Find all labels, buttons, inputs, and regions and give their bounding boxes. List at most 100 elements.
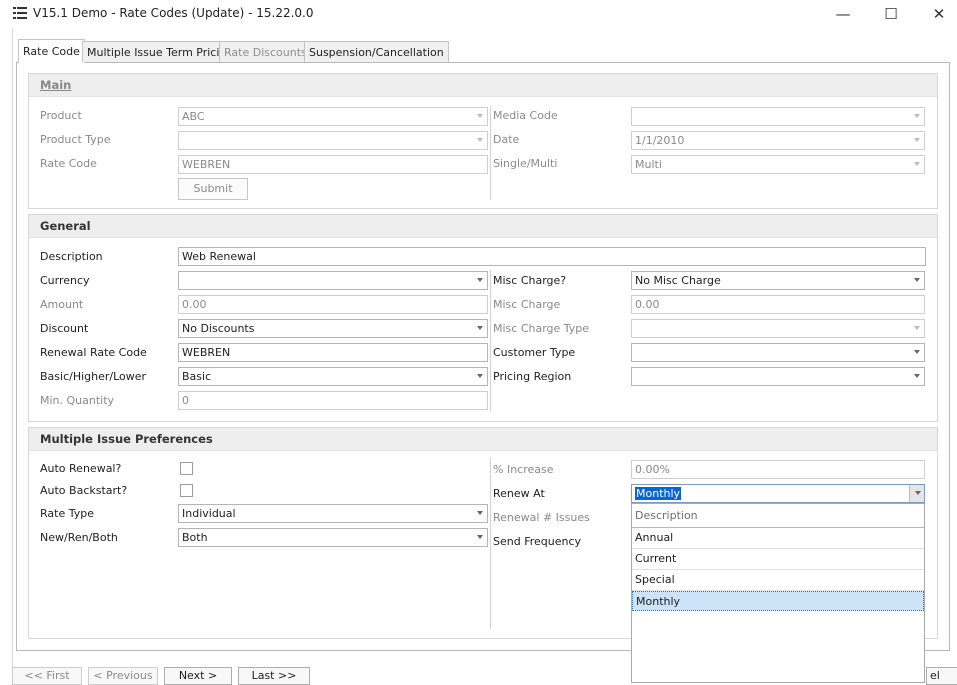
previous-button[interactable]: < Previous: [88, 667, 158, 685]
close-button[interactable]: ✕: [916, 0, 957, 28]
currency-select[interactable]: [178, 271, 488, 290]
single-multi-value: Multi: [635, 158, 662, 171]
rate-type-value: Individual: [182, 507, 236, 520]
chevron-down-icon: [477, 278, 483, 282]
single-multi-label: Single/Multi: [493, 157, 558, 170]
auto-backstart-checkbox[interactable]: [180, 484, 193, 497]
customer-type-select[interactable]: [631, 343, 925, 362]
basic-higher-lower-value: Basic: [182, 370, 212, 383]
chevron-down-icon: [914, 162, 920, 166]
single-multi-select[interactable]: Multi: [631, 155, 925, 174]
chevron-down-icon: [477, 114, 483, 118]
basic-higher-lower-label: Basic/Higher/Lower: [40, 370, 147, 383]
next-button[interactable]: Next >: [164, 667, 232, 685]
product-label: Product: [40, 109, 82, 122]
chevron-down-icon: [914, 278, 920, 282]
chevron-down-icon: [914, 374, 920, 378]
rate-type-label: Rate Type: [40, 507, 94, 520]
app-menu-icon[interactable]: [13, 6, 27, 20]
minimize-button[interactable]: —: [820, 0, 866, 28]
misc-charge-label: Misc Charge: [493, 298, 561, 311]
discount-value: No Discounts: [182, 322, 255, 335]
rate-code-value: WEBREN: [182, 158, 231, 171]
misc-charge-input[interactable]: 0.00: [631, 295, 925, 314]
description-value: Web Renewal: [182, 250, 256, 263]
chevron-down-icon: [477, 535, 483, 539]
rate-code-input[interactable]: WEBREN: [178, 155, 488, 174]
column-divider: [490, 270, 491, 412]
pricing-region-label: Pricing Region: [493, 370, 572, 383]
tab-rate-discounts[interactable]: Rate Discounts: [219, 41, 312, 62]
column-divider: [490, 457, 491, 629]
last-button[interactable]: Last >>: [238, 667, 310, 685]
media-code-label: Media Code: [493, 109, 558, 122]
misc-charge-value: 0.00: [635, 298, 660, 311]
amount-value: 0.00: [182, 298, 207, 311]
renewal-rate-code-value: WEBREN: [182, 346, 231, 359]
product-value: ABC: [182, 110, 205, 123]
misc-charge-type-label: Misc Charge Type: [493, 322, 590, 335]
product-type-label: Product Type: [40, 133, 111, 146]
auto-backstart-label: Auto Backstart?: [40, 484, 128, 497]
dropdown-option-monthly[interactable]: Monthly: [632, 591, 924, 611]
pct-increase-input[interactable]: 0.00%: [631, 460, 925, 479]
product-type-select[interactable]: [178, 131, 488, 150]
first-button[interactable]: << First: [12, 667, 82, 685]
min-quantity-label: Min. Quantity: [40, 394, 115, 407]
basic-higher-lower-select[interactable]: Basic: [178, 367, 488, 386]
tab-rate-code[interactable]: Rate Code: [18, 39, 85, 63]
discount-label: Discount: [40, 322, 89, 335]
misc-charge-question-value: No Misc Charge: [635, 274, 721, 287]
chevron-down-icon: [477, 511, 483, 515]
maximize-button[interactable]: ☐: [868, 0, 914, 28]
amount-input[interactable]: 0.00: [178, 295, 488, 314]
min-quantity-input[interactable]: 0: [178, 391, 488, 410]
tab-multiple-issue-term-pricing[interactable]: Multiple Issue Term Pricing: [82, 41, 239, 62]
rate-type-select[interactable]: Individual: [178, 504, 488, 523]
chevron-down-icon: [914, 350, 920, 354]
renewal-rate-code-input[interactable]: WEBREN: [178, 343, 488, 362]
chevron-down-icon: [915, 491, 921, 495]
description-label: Description: [40, 250, 103, 263]
renew-at-dropdown-list: Description Annual Current Special Month…: [631, 503, 925, 683]
misc-charge-type-select[interactable]: [631, 319, 925, 338]
renewal-rate-code-label: Renewal Rate Code: [40, 346, 147, 359]
rate-code-label: Rate Code: [40, 157, 97, 170]
auto-renewal-label: Auto Renewal?: [40, 462, 122, 475]
new-ren-both-label: New/Ren/Both: [40, 531, 118, 544]
date-select[interactable]: 1/1/2010: [631, 131, 925, 150]
product-select[interactable]: ABC: [178, 107, 488, 126]
pct-increase-value: 0.00%: [635, 463, 670, 476]
renew-at-select[interactable]: Monthly: [631, 484, 925, 503]
submit-button[interactable]: Submit: [178, 178, 248, 200]
auto-renewal-checkbox[interactable]: [180, 462, 193, 475]
date-label: Date: [493, 133, 520, 146]
discount-select[interactable]: No Discounts: [178, 319, 488, 338]
pct-increase-label: % Increase: [493, 463, 554, 476]
chevron-down-icon: [477, 326, 483, 330]
amount-label: Amount: [40, 298, 84, 311]
renew-at-dropdown-button[interactable]: [909, 485, 924, 502]
dropdown-option-current[interactable]: Current: [632, 549, 924, 570]
tab-suspension-cancellation[interactable]: Suspension/Cancellation: [304, 41, 449, 62]
cancel-button[interactable]: el: [926, 667, 957, 685]
dropdown-option-special[interactable]: Special: [632, 570, 924, 591]
chevron-down-icon: [477, 138, 483, 142]
background-window-strip: [0, 28, 13, 683]
media-code-select[interactable]: [631, 107, 925, 126]
min-quantity-value: 0: [182, 394, 189, 407]
currency-label: Currency: [40, 274, 90, 287]
multiple-issue-preferences-heading: Multiple Issue Preferences: [29, 428, 937, 451]
renew-at-label: Renew At: [493, 487, 545, 500]
new-ren-both-select[interactable]: Both: [178, 528, 488, 547]
window-title: V15.1 Demo - Rate Codes (Update) - 15.22…: [33, 6, 314, 20]
misc-charge-question-label: Misc Charge?: [493, 274, 567, 287]
chevron-down-icon: [914, 114, 920, 118]
description-input[interactable]: Web Renewal: [178, 247, 926, 266]
chevron-down-icon: [914, 326, 920, 330]
pricing-region-select[interactable]: [631, 367, 925, 386]
renewal-issues-label: Renewal # Issues: [493, 511, 590, 524]
misc-charge-question-select[interactable]: No Misc Charge: [631, 271, 925, 290]
dropdown-option-annual[interactable]: Annual: [632, 528, 924, 549]
main-heading: Main: [29, 74, 937, 97]
